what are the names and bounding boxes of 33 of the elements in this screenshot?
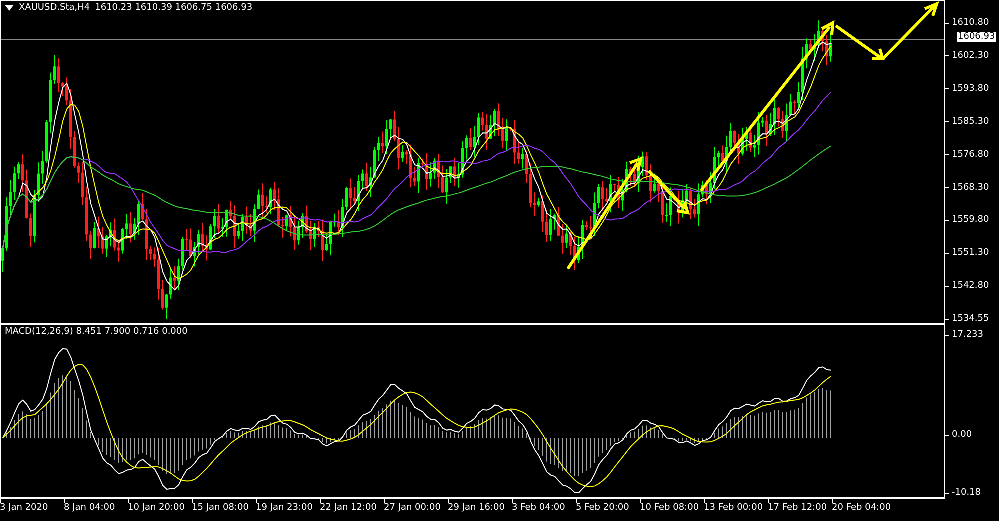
current-price-label: 1606.93 [957,32,996,42]
time-axis-label: 5 Feb 20:00 [576,503,630,513]
time-axis-label: 19 Jan 23:00 [256,503,313,513]
time-axis-label: 3 Jan 2020 [0,503,48,513]
dropdown-triangle-icon[interactable] [5,5,14,11]
time-axis-label: 13 Feb 00:00 [704,503,764,513]
time-axis-label: 10 Jan 20:00 [128,503,185,513]
macd-axis-label: 17.233 [952,330,984,340]
time-axis-label: 8 Jan 04:00 [64,503,116,513]
time-axis-label: 10 Feb 08:00 [640,503,700,513]
price-axis-label: 1593.80 [952,84,990,94]
time-axis-label: 22 Jan 12:00 [320,503,377,513]
time-axis-label: 15 Jan 08:00 [192,503,249,513]
macd-axis-label: -10.18 [952,488,982,498]
symbol-label: XAUUSD.Sta,H4 [19,3,90,13]
macd-axis-label: 0.00 [952,430,972,440]
time-axis-label: 27 Jan 00:00 [384,503,441,513]
time-axis-label: 29 Jan 16:00 [448,503,505,513]
price-axis-label: 1576.80 [952,150,990,160]
time-axis-label: 3 Feb 04:00 [512,503,566,513]
price-axis-label: 1559.80 [952,215,990,226]
price-axis-label: 1551.30 [952,248,990,258]
time-axis-label: 17 Feb 12:00 [768,503,828,513]
price-axis-label: 1602.30 [952,50,990,61]
ohlc-values: 1610.23 1610.39 1606.75 1606.93 [95,3,253,13]
time-axis-label: 20 Feb 04:00 [832,503,892,513]
price-axis-label: 1568.30 [952,182,990,192]
price-axis-label: 1542.80 [952,281,990,292]
macd-label: MACD(12,26,9) 8.451 7.900 0.716 0.000 [5,327,188,337]
price-axis-label: 1534.55 [952,314,990,324]
price-axis-label: 1610.80 [952,18,990,28]
trend-arrow [648,170,690,215]
price-axis-label: 1585.30 [952,116,990,127]
